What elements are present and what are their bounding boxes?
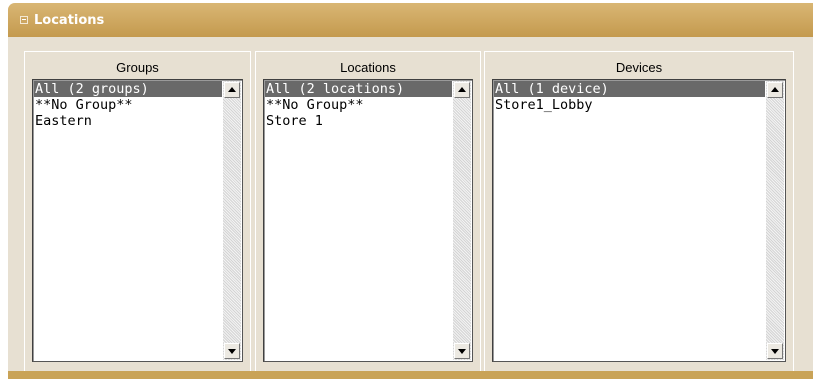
scroll-up-icon — [458, 87, 466, 92]
list-item[interactable]: All (1 device) — [494, 81, 765, 97]
scroll-down-icon — [458, 349, 466, 354]
scroll-up-button[interactable] — [767, 82, 783, 98]
scroll-up-icon — [771, 87, 779, 92]
list-item[interactable]: All (2 groups) — [34, 81, 222, 97]
list-item[interactable]: All (2 locations) — [265, 81, 452, 97]
list-item[interactable]: Eastern — [34, 113, 222, 129]
scroll-down-button[interactable] — [454, 343, 470, 359]
list-item[interactable]: Store 1 — [265, 113, 452, 129]
scroll-down-button[interactable] — [767, 343, 783, 359]
groups-listbox[interactable]: All (2 groups) **No Group** Eastern — [32, 79, 243, 362]
locations-header: Locations — [340, 60, 396, 75]
groups-header: Groups — [116, 60, 159, 75]
locations-column: Locations All (2 locations) **No Group**… — [255, 51, 481, 372]
scroll-down-icon — [228, 349, 236, 354]
devices-scrollbar[interactable] — [766, 81, 784, 360]
panel-title: Locations — [34, 12, 105, 28]
scroll-up-button[interactable] — [224, 82, 240, 98]
list-item[interactable]: **No Group** — [265, 97, 452, 113]
devices-column: Devices All (1 device) Store1_Lobby — [484, 51, 794, 372]
scroll-down-icon — [771, 349, 779, 354]
devices-header: Devices — [615, 60, 663, 75]
locations-scrollbar[interactable] — [453, 81, 471, 360]
panel-header: Locations — [8, 3, 813, 37]
locations-list: All (2 locations) **No Group** Store 1 — [265, 81, 452, 360]
groups-list: All (2 groups) **No Group** Eastern — [34, 81, 222, 360]
list-item[interactable]: **No Group** — [34, 97, 222, 113]
list-item[interactable]: Store1_Lobby — [494, 97, 765, 113]
collapse-icon[interactable] — [20, 16, 28, 24]
locations-listbox[interactable]: All (2 locations) **No Group** Store 1 — [263, 79, 473, 362]
scroll-up-icon — [228, 87, 236, 92]
groups-column: Groups All (2 groups) **No Group** Easte… — [24, 51, 251, 372]
panel-bottom-bar — [8, 371, 813, 379]
devices-list: All (1 device) Store1_Lobby — [494, 81, 765, 360]
devices-listbox[interactable]: All (1 device) Store1_Lobby — [492, 79, 786, 362]
scroll-down-button[interactable] — [224, 343, 240, 359]
scroll-up-button[interactable] — [454, 82, 470, 98]
locations-panel: Locations Groups All (2 groups) **No Gro… — [8, 3, 813, 379]
groups-scrollbar[interactable] — [223, 81, 241, 360]
